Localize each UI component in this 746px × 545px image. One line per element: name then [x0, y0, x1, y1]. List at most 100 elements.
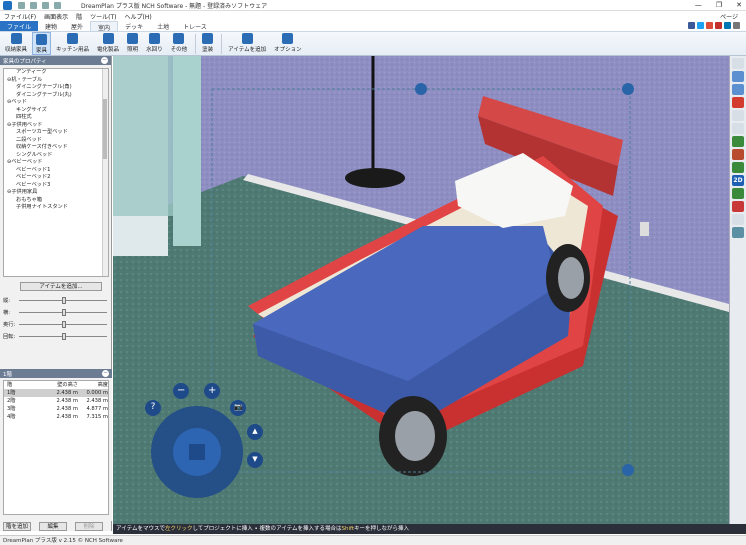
tree-item[interactable]: アンティーク [4, 69, 108, 77]
social-links [688, 22, 740, 29]
tree-item[interactable]: ダイニングテーブル(丸) [4, 92, 108, 100]
slider-knob[interactable] [62, 309, 66, 316]
view-2d-icon[interactable]: 2D [732, 175, 744, 186]
tree-item[interactable]: 収納ケース付きベッド [4, 144, 108, 152]
3d-viewport[interactable]: − + ? 📷 ▲ ▼ [113, 56, 729, 524]
tree-item[interactable]: ⊖子供用家具 [4, 189, 108, 197]
add-item-button[interactable]: アイテムを追加 [225, 32, 269, 55]
furniture-button[interactable]: 家具 [32, 32, 52, 55]
camera-icon[interactable] [732, 201, 744, 212]
tree-item[interactable]: ⊖ベッド [4, 99, 108, 107]
menu-floor[interactable]: 階 [76, 12, 82, 21]
hand-icon[interactable] [732, 58, 744, 69]
tree-item[interactable]: 二段ベッド [4, 137, 108, 145]
property-slider[interactable]: 縦: [3, 296, 109, 305]
resize-handle-icon[interactable] [622, 464, 634, 476]
menu-page[interactable]: ページ [720, 12, 738, 21]
twitter-icon[interactable] [697, 22, 704, 29]
minimize-button[interactable]: — [695, 1, 702, 9]
collapse-icon[interactable]: − [102, 370, 109, 377]
add-item-button[interactable]: アイテムを追加... [20, 282, 102, 291]
slider-knob[interactable] [62, 333, 66, 340]
map-icon[interactable] [732, 188, 744, 199]
tab-interior[interactable]: 室内 [90, 21, 119, 32]
misc-button[interactable]: その他 [168, 32, 191, 55]
collapse-icon[interactable]: − [101, 57, 108, 64]
plumbing-button[interactable]: 水回り [143, 32, 166, 55]
kitchen-button[interactable]: キッチン用品 [53, 32, 92, 55]
tree-item[interactable]: おもちゃ箱 [4, 197, 108, 205]
maximize-button[interactable]: ❐ [716, 1, 722, 9]
level-cell: 2.438 m [86, 398, 108, 404]
furniture-tree[interactable]: アンティーク ⊖机・テーブル ダイニングテーブル(角) ダイニングテーブル(丸) ⊖ベッ… [3, 68, 109, 277]
view-3d-icon[interactable] [732, 162, 744, 173]
redo-icon[interactable] [42, 1, 49, 9]
tab-trace[interactable]: トレース [176, 21, 214, 31]
slider-knob[interactable] [62, 297, 66, 304]
texture-icon[interactable] [732, 123, 744, 134]
page-icon[interactable] [732, 110, 744, 121]
menu-file[interactable]: ファイル(F) [4, 12, 36, 21]
tree-item[interactable]: ⊖机・テーブル [4, 77, 108, 85]
tab-file[interactable]: ファイル [0, 21, 39, 31]
rotate-view-icon[interactable] [732, 71, 744, 82]
tree-item[interactable]: 子供用ナイトスタンド [4, 204, 108, 212]
tree-item[interactable]: ベビーベッド3 [4, 182, 108, 190]
orbit-icon[interactable] [732, 84, 744, 95]
share-icon[interactable] [733, 22, 740, 29]
rotate-handle-icon[interactable] [415, 83, 427, 95]
slider-knob[interactable] [62, 321, 66, 328]
menu-tools[interactable]: ツール(T) [90, 12, 116, 21]
menu-help[interactable]: ヘルプ(H) [125, 12, 152, 21]
youtube-icon[interactable] [715, 22, 722, 29]
scroll-thumb[interactable] [103, 99, 107, 159]
delete-level-button[interactable]: 削除 [75, 522, 103, 531]
tree-item[interactable]: ⊖子供用ベッド [4, 122, 108, 130]
tree-scrollbar[interactable] [102, 69, 108, 276]
tree-item[interactable]: ⊖ベビーベッド [4, 159, 108, 167]
tree-item[interactable]: ベビーベッド2 [4, 174, 108, 182]
appliances-button[interactable]: 電化製品 [94, 32, 122, 55]
options-button[interactable]: オプション [271, 32, 305, 55]
google-plus-icon[interactable] [706, 22, 713, 29]
layers-icon[interactable] [732, 214, 744, 225]
undo-icon[interactable] [30, 1, 37, 9]
tab-land[interactable]: 土地 [150, 21, 176, 31]
level-row[interactable]: 3階 2.438 m 4.877 m [4, 405, 108, 413]
linkedin-icon[interactable] [724, 22, 731, 29]
add-item-icon [241, 33, 253, 44]
paint-button[interactable]: 塗装 [199, 32, 216, 55]
tree-item[interactable]: ダイニングテーブル(角) [4, 84, 108, 92]
property-slider[interactable]: 回転: [3, 332, 109, 341]
save-icon[interactable] [18, 1, 25, 9]
open-icon[interactable] [54, 1, 61, 9]
tree-item[interactable]: 四柱式 [4, 114, 108, 122]
cabinet-button[interactable]: 収納家具 [2, 32, 30, 55]
edit-level-button[interactable]: 編集 [39, 522, 67, 531]
tree-item[interactable]: スポーツカー型ベッド [4, 129, 108, 137]
trash-handle-icon[interactable] [622, 83, 634, 95]
property-slider[interactable]: 横: [3, 308, 109, 317]
grid-icon[interactable] [732, 227, 744, 238]
tree-item[interactable]: キングサイズ [4, 107, 108, 115]
tree-item[interactable]: シングルベッド [4, 152, 108, 160]
level-row[interactable]: 1階 2.438 m 0.000 m [4, 389, 108, 397]
palette-icon[interactable] [732, 149, 744, 160]
tab-deck[interactable]: デッキ [118, 21, 150, 31]
tree-item[interactable]: ベビーベッド1 [4, 167, 108, 175]
level-row[interactable]: 2階 2.438 m 2.438 m [4, 397, 108, 405]
tab-outdoor[interactable]: 屋外 [64, 21, 90, 31]
menu-view[interactable]: 画面表示 [44, 12, 68, 21]
lighting-button[interactable]: 照明 [124, 32, 141, 55]
nav-center[interactable] [189, 444, 205, 460]
tab-building[interactable]: 建物 [38, 21, 64, 31]
property-slider[interactable]: 奥行: [3, 320, 109, 329]
down-arrow-icon: ▼ [252, 455, 258, 463]
eyedropper-icon[interactable] [732, 136, 744, 147]
left-panel: 家具のプロパティ − アンティーク ⊖机・テーブル ダイニングテーブル(角) ダイニン… [0, 56, 112, 531]
facebook-icon[interactable] [688, 22, 695, 29]
close-button[interactable]: ✕ [736, 1, 742, 9]
level-row[interactable]: 4階 2.438 m 7.315 m [4, 413, 108, 421]
add-level-button[interactable]: 階を追加 [3, 522, 31, 531]
delete-icon[interactable] [732, 97, 744, 108]
